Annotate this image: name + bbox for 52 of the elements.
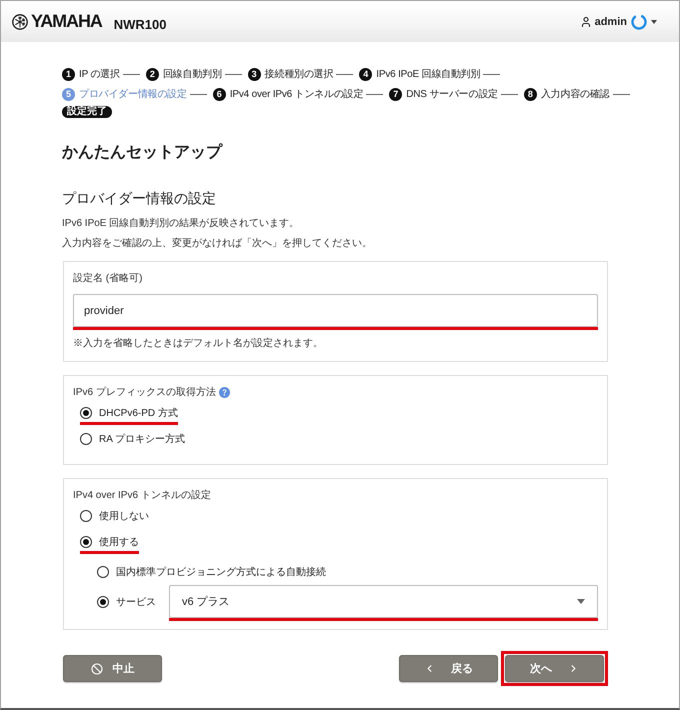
ring-icon <box>631 14 647 30</box>
user-icon <box>580 16 592 28</box>
section-title: プロバイダー情報の設定 <box>62 189 217 208</box>
step-label: 回線自動判別 <box>162 68 222 81</box>
step-number: 7 <box>389 88 402 100</box>
brand-logo-text: YAMAHA <box>31 11 102 32</box>
option-label: 使用する <box>99 536 139 549</box>
step-label: DNS サーバーの設定 <box>406 88 498 101</box>
step-label: プロバイダー情報の設定 <box>79 88 187 101</box>
step-label: IPv6 IPoE 回線自動判別 <box>376 68 480 81</box>
page-title: かんたんセットアップ <box>62 142 224 163</box>
description-text: 入力内容をご確認の上、変更がなければ「次へ」を押してください。 <box>62 236 373 251</box>
caret-icon[interactable] <box>651 20 657 24</box>
setting-name-field[interactable]: provider <box>73 294 598 327</box>
radio-button[interactable] <box>80 536 92 548</box>
step-label: 入力内容の確認 <box>540 88 610 101</box>
radio-button[interactable] <box>80 433 92 445</box>
user-menu[interactable]: admin <box>580 16 627 28</box>
step-label: 接続種別の選択 <box>264 68 334 81</box>
option-label: サービス <box>116 596 156 608</box>
radio-button[interactable] <box>97 566 109 578</box>
step-label: IP の選択 <box>79 68 120 81</box>
step-number: 6 <box>212 88 226 100</box>
option-label: 使用しない <box>99 510 149 523</box>
step-number: 4 <box>359 68 372 80</box>
ban-icon <box>90 662 102 674</box>
option-label: 国内標準プロビジョニング方式による自動接続 <box>116 566 326 579</box>
cancel-button[interactable]: 中止 <box>63 655 162 682</box>
step-number: 1 <box>62 68 75 80</box>
radio-button[interactable] <box>80 407 92 419</box>
step-number: 3 <box>248 68 261 80</box>
option-label: DHCPv6-PD 方式 <box>99 406 178 420</box>
help-icon[interactable] <box>218 386 230 398</box>
option-label: RA プロキシー方式 <box>99 432 186 446</box>
step-number: 2 <box>146 68 159 80</box>
service-select[interactable]: v6 プラス <box>169 585 598 618</box>
caret-icon <box>577 599 585 604</box>
logo-emblem-icon <box>12 14 28 30</box>
step-label: IPv4 over IPv6 トンネルの設定 <box>230 88 364 101</box>
field-label: IPv6 プレフィックスの取得方法 <box>73 386 216 399</box>
step-number: 5 <box>62 88 75 100</box>
description-text: IPv6 IPoE 回線自動判別の結果が反映されています。 <box>62 216 300 231</box>
step-number: 8 <box>524 88 537 100</box>
radio-button[interactable] <box>97 596 109 608</box>
model-name: NWR100 <box>114 16 166 32</box>
radio-button[interactable] <box>80 510 92 522</box>
done-step-label: 設定完了 <box>62 106 112 118</box>
field-label: IPv4 over IPv6 トンネルの設定 <box>73 488 211 502</box>
next-button[interactable]: 次へ <box>505 655 604 682</box>
hint-text: ※入力を省略したときはデフォルト名が設定されます。 <box>73 337 324 351</box>
back-button[interactable]: 戻る <box>399 655 498 682</box>
field-label: 設定名 (省略可) <box>73 272 142 285</box>
